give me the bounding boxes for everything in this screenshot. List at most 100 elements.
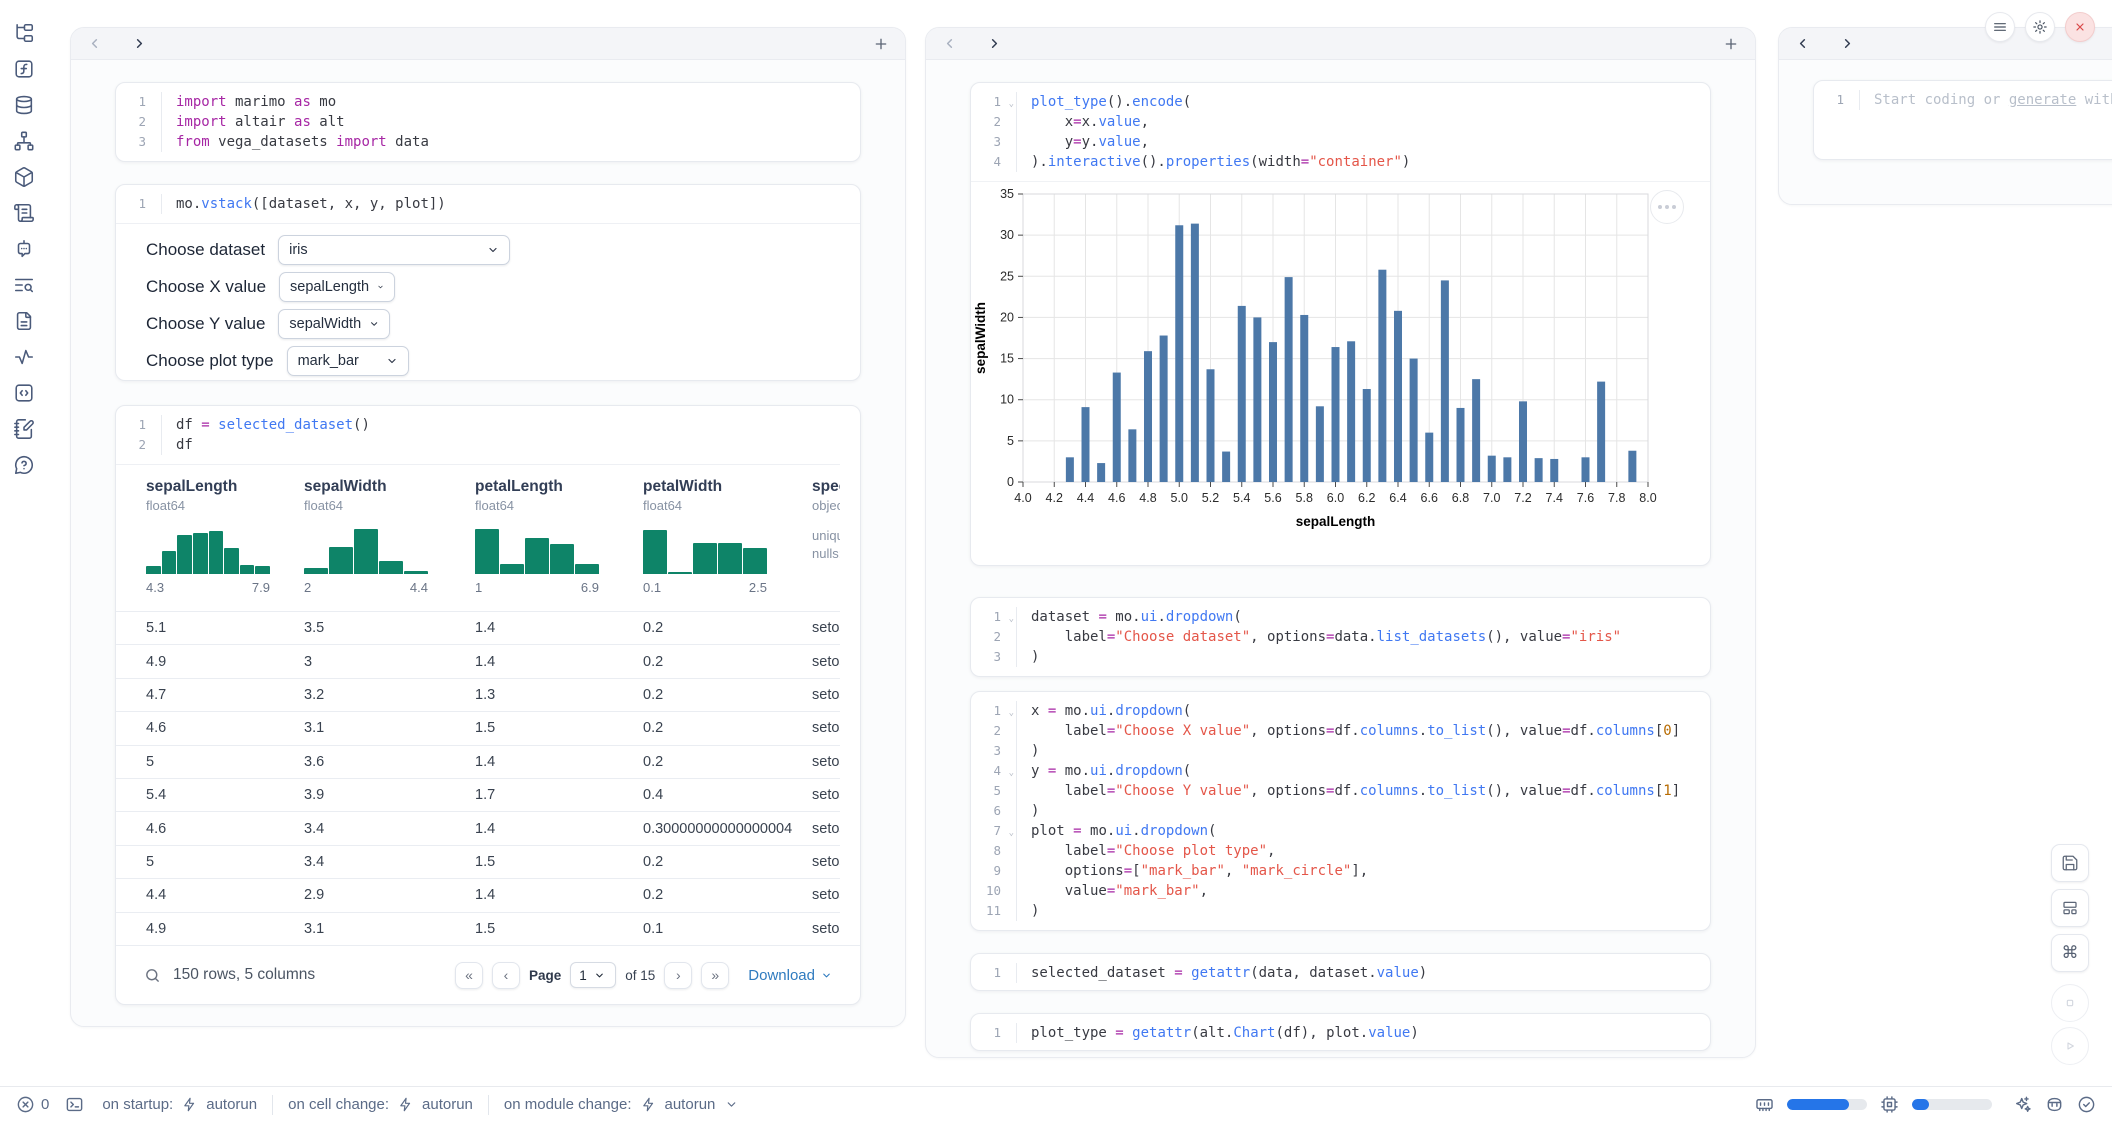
code-line[interactable]: 3from vega_datasets import data	[116, 132, 860, 152]
table-row[interactable]: 5.43.91.70.4setosa	[116, 778, 840, 811]
code-line[interactable]: 9 options=["mark_bar", "mark_circle"],	[971, 861, 1710, 881]
code-line[interactable]: 7⌄plot = mo.ui.dropdown(	[971, 821, 1710, 841]
code-cell-plot-type[interactable]: 1plot_type = getattr(alt.Chart(df), plot…	[970, 1013, 1711, 1051]
code-line[interactable]: 3)	[971, 647, 1710, 667]
column-histogram[interactable]	[304, 527, 428, 574]
scratchpad-icon[interactable]	[13, 418, 35, 440]
shutdown-button[interactable]	[2065, 12, 2095, 42]
table-row[interactable]: 53.61.40.2setosa	[116, 745, 840, 778]
fold-chevron-icon[interactable]: ⌄	[1009, 763, 1014, 783]
copilot-icon[interactable]	[2045, 1095, 2064, 1114]
dropdown-select-choose-y-value[interactable]: sepalWidth	[278, 309, 390, 339]
fold-chevron-icon[interactable]: ⌄	[1009, 823, 1014, 843]
save-button[interactable]	[2051, 844, 2089, 882]
column-header[interactable]: species	[812, 478, 840, 496]
ai-sparkles-icon[interactable]	[2013, 1095, 2032, 1114]
packages-icon[interactable]	[13, 166, 35, 188]
chart-menu-icon[interactable]	[1650, 190, 1684, 224]
code-line[interactable]: 1⌄plot_type().encode(	[971, 92, 1710, 112]
column-right-icon[interactable]	[987, 36, 1002, 51]
on-module-change-setting[interactable]: on module change: autorun	[504, 1096, 738, 1113]
code-line[interactable]: 2 label="Choose dataset", options=data.l…	[971, 627, 1710, 647]
settings-button[interactable]	[2025, 12, 2055, 42]
column-header[interactable]: petalLength	[475, 478, 563, 496]
command-palette-button[interactable]: ⌘	[2051, 934, 2089, 972]
datasources-icon[interactable]	[13, 94, 35, 116]
snippets-icon[interactable]	[13, 382, 35, 404]
documentation-search-icon[interactable]	[13, 274, 35, 296]
tracing-icon[interactable]	[13, 346, 35, 368]
empty-code-cell[interactable]: 1 Start coding or generate with AI	[1813, 80, 2112, 160]
code-line[interactable]: 1⌄dataset = mo.ui.dropdown(	[971, 607, 1710, 627]
notebook-menu-button[interactable]	[1985, 12, 2015, 42]
code-cell-vstack[interactable]: 1mo.vstack([dataset, x, y, plot]) Choose…	[115, 184, 861, 381]
on-startup-setting[interactable]: on startup: autorun	[102, 1096, 257, 1113]
code-line[interactable]: 1selected_dataset = getattr(data, datase…	[971, 963, 1710, 983]
page-select[interactable]: 1	[570, 962, 616, 988]
column-left-icon[interactable]	[942, 36, 957, 51]
fold-chevron-icon[interactable]: ⌄	[1009, 94, 1014, 114]
code-line[interactable]: 1⌄x = mo.ui.dropdown(	[971, 701, 1710, 721]
logs-icon[interactable]	[13, 202, 35, 224]
terminal-button[interactable]	[65, 1095, 84, 1114]
code-line[interactable]: 8 label="Choose plot type",	[971, 841, 1710, 861]
dependency-graph-icon[interactable]	[13, 130, 35, 152]
code-line[interactable]: 3 y=y.value,	[971, 132, 1710, 152]
table-row[interactable]: 4.63.41.40.30000000000000004setosa	[116, 811, 840, 844]
column-header[interactable]: sepalLength	[146, 478, 237, 496]
column-right-icon[interactable]	[1840, 36, 1855, 51]
column-histogram[interactable]	[643, 527, 767, 574]
table-row[interactable]: 4.93.11.50.1setosa	[116, 912, 840, 945]
code-line[interactable]: 2df	[116, 435, 860, 455]
stop-kernel-button[interactable]	[2051, 984, 2089, 1022]
code-line[interactable]: 4).interactive().properties(width="conta…	[971, 152, 1710, 172]
column-right-icon[interactable]	[132, 36, 147, 51]
ai-chat-icon[interactable]	[13, 238, 35, 260]
last-page-button[interactable]: »	[701, 962, 729, 989]
code-line[interactable]: 6)	[971, 801, 1710, 821]
code-placeholder[interactable]: Start coding or generate with AI	[1860, 90, 2112, 110]
file-explorer-icon[interactable]	[13, 22, 35, 44]
column-left-icon[interactable]	[87, 36, 102, 51]
code-line[interactable]: 1import marimo as mo	[116, 92, 860, 112]
code-line[interactable]: 1df = selected_dataset()	[116, 415, 860, 435]
column-left-icon[interactable]	[1795, 36, 1810, 51]
code-cell-dataset-dropdown[interactable]: 1⌄dataset = mo.ui.dropdown(2 label="Choo…	[970, 597, 1711, 677]
dropdown-select-choose-dataset[interactable]: iris	[278, 235, 510, 265]
code-line[interactable]: 2 label="Choose X value", options=df.col…	[971, 721, 1710, 741]
first-page-button[interactable]: «	[455, 962, 483, 989]
code-cell-imports[interactable]: 1import marimo as mo2import altair as al…	[115, 82, 861, 162]
on-cell-change-setting[interactable]: on cell change: autorun	[288, 1096, 473, 1113]
search-icon[interactable]	[144, 967, 161, 984]
add-column-icon[interactable]	[1723, 36, 1739, 52]
connection-status-icon[interactable]	[2077, 1095, 2096, 1114]
error-count[interactable]: 0	[16, 1095, 49, 1114]
code-line[interactable]: 2 x=x.value,	[971, 112, 1710, 132]
dropdown-select-choose-x-value[interactable]: sepalLength	[279, 272, 395, 302]
table-row[interactable]: 4.931.40.2setosa	[116, 644, 840, 677]
code-line[interactable]: 1mo.vstack([dataset, x, y, plot])	[116, 194, 860, 214]
documentation-icon[interactable]	[13, 310, 35, 332]
column-histogram[interactable]	[146, 527, 270, 574]
code-line[interactable]: 5 label="Choose Y value", options=df.col…	[971, 781, 1710, 801]
table-row[interactable]: 4.63.11.50.2setosa	[116, 711, 840, 744]
code-cell-xy-plot-dropdowns[interactable]: 1⌄x = mo.ui.dropdown(2 label="Choose X v…	[970, 691, 1711, 931]
table-row[interactable]: 5.13.51.40.2setosa	[116, 611, 840, 644]
code-cell-dataframe[interactable]: 1df = selected_dataset()2df sepalLengthf…	[115, 405, 861, 1005]
code-line[interactable]: 10 value="mark_bar",	[971, 881, 1710, 901]
table-row[interactable]: 4.42.91.40.2setosa	[116, 878, 840, 911]
code-line[interactable]: 2import altair as alt	[116, 112, 860, 132]
code-line[interactable]: 3)	[971, 741, 1710, 761]
code-line[interactable]: 11)	[971, 901, 1710, 921]
column-histogram[interactable]	[475, 527, 599, 574]
next-page-button[interactable]: ›	[664, 962, 692, 989]
help-icon[interactable]	[13, 454, 35, 476]
table-row[interactable]: 4.73.21.30.2setosa	[116, 678, 840, 711]
code-line[interactable]: 1plot_type = getattr(alt.Chart(df), plot…	[971, 1023, 1710, 1043]
prev-page-button[interactable]: ‹	[492, 962, 520, 989]
add-column-icon[interactable]	[873, 36, 889, 52]
run-all-button[interactable]	[2051, 1027, 2089, 1065]
code-cell-selected-dataset[interactable]: 1selected_dataset = getattr(data, datase…	[970, 953, 1711, 991]
fold-chevron-icon[interactable]: ⌄	[1009, 703, 1014, 723]
bar-chart[interactable]: 4.04.24.44.64.85.05.25.45.65.86.06.26.46…	[971, 182, 1711, 560]
